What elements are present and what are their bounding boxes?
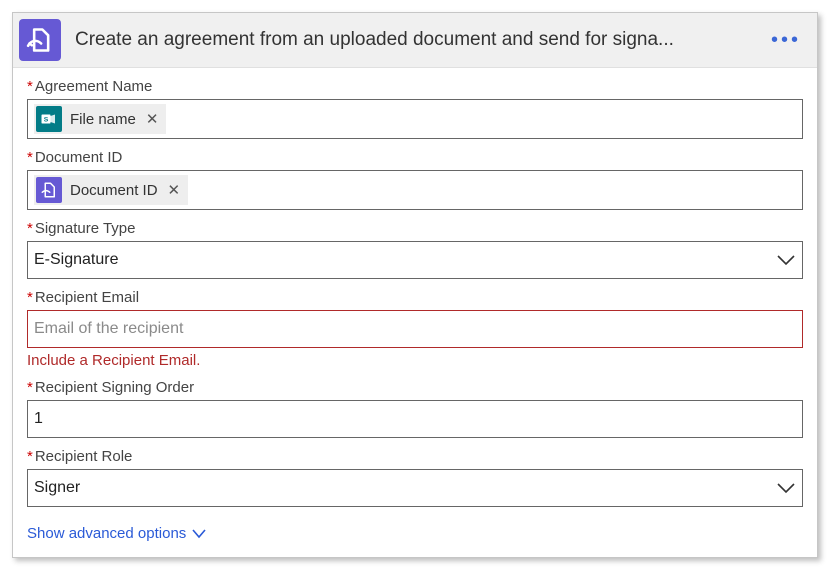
- label-signing-order: *Recipient Signing Order: [27, 379, 803, 396]
- label-recipient-email: *Recipient Email: [27, 289, 803, 306]
- token-label: File name: [70, 111, 136, 128]
- show-advanced-options-link[interactable]: Show advanced options: [27, 525, 206, 542]
- field-signing-order: *Recipient Signing Order 1: [27, 379, 803, 438]
- label-recipient-role: *Recipient Role: [27, 448, 803, 465]
- input-signing-order[interactable]: 1: [27, 400, 803, 438]
- chevron-down-icon: [776, 481, 796, 495]
- input-document-id[interactable]: Document ID ✕: [27, 170, 803, 210]
- label-signature-type: *Signature Type: [27, 220, 803, 237]
- field-signature-type: *Signature Type E-Signature: [27, 220, 803, 279]
- chevron-down-icon: [776, 253, 796, 267]
- action-card: Create an agreement from an uploaded doc…: [12, 12, 818, 558]
- select-value: Signer: [34, 479, 80, 497]
- input-value: 1: [34, 410, 43, 428]
- sharepoint-icon: S: [36, 106, 62, 132]
- label-document-id: *Document ID: [27, 149, 803, 166]
- token-remove-button[interactable]: ✕: [168, 181, 181, 199]
- card-title: Create an agreement from an uploaded doc…: [75, 29, 765, 51]
- svg-text:S: S: [44, 116, 49, 123]
- select-value: E-Signature: [34, 251, 119, 269]
- placeholder-text: Email of the recipient: [34, 320, 183, 338]
- more-button[interactable]: •••: [765, 29, 807, 52]
- token-label: Document ID: [70, 182, 158, 199]
- adobe-sign-icon: [19, 19, 61, 61]
- chevron-down-icon: [192, 529, 206, 539]
- token-remove-button[interactable]: ✕: [146, 110, 159, 128]
- field-recipient-email: *Recipient Email Email of the recipient …: [27, 289, 803, 369]
- select-signature-type[interactable]: E-Signature: [27, 241, 803, 279]
- advanced-label: Show advanced options: [27, 525, 186, 542]
- card-body: *Agreement Name S File name ✕: [13, 68, 817, 557]
- token-document-id[interactable]: Document ID ✕: [34, 175, 188, 205]
- input-agreement-name[interactable]: S File name ✕: [27, 99, 803, 139]
- adobe-sign-icon: [36, 177, 62, 203]
- field-recipient-role: *Recipient Role Signer: [27, 448, 803, 507]
- field-document-id: *Document ID Document ID ✕: [27, 149, 803, 210]
- field-agreement-name: *Agreement Name S File name ✕: [27, 78, 803, 139]
- token-file-name[interactable]: S File name ✕: [34, 104, 166, 134]
- input-recipient-email[interactable]: Email of the recipient: [27, 310, 803, 348]
- error-recipient-email: Include a Recipient Email.: [27, 352, 803, 369]
- label-agreement-name: *Agreement Name: [27, 78, 803, 95]
- card-header: Create an agreement from an uploaded doc…: [13, 13, 817, 68]
- select-recipient-role[interactable]: Signer: [27, 469, 803, 507]
